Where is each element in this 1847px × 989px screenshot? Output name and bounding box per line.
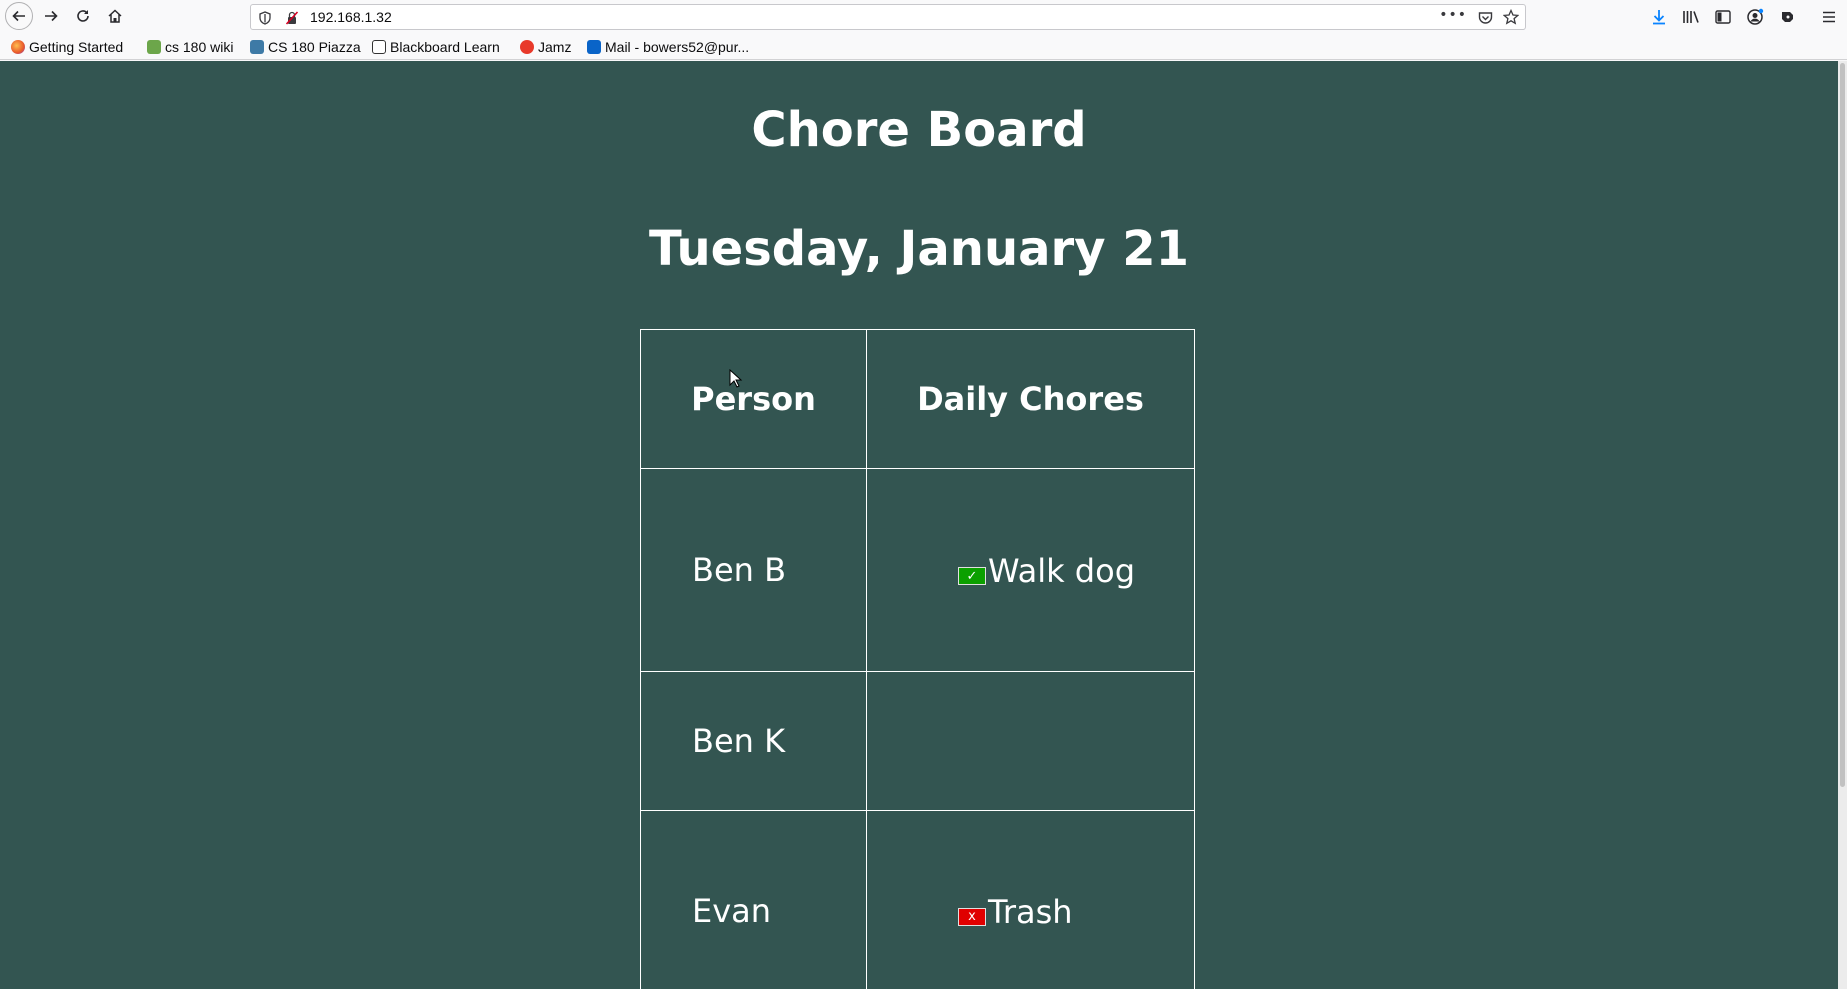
browser-toolbar: 192.168.1.32 •••: [0, 0, 1847, 33]
account-icon[interactable]: [1745, 7, 1765, 27]
url-text[interactable]: 192.168.1.32: [310, 9, 392, 25]
insecure-lock-icon[interactable]: [284, 10, 300, 26]
chore-cell: ✓ Walk dog: [866, 468, 1195, 672]
bookmark-label: CS 180 Piazza: [268, 39, 361, 55]
column-header-chores: Daily Chores: [866, 329, 1195, 469]
column-header-person: Person: [640, 329, 867, 469]
pocket-icon[interactable]: [1478, 10, 1493, 29]
bookmark-item[interactable]: Blackboard Learn: [372, 38, 500, 56]
download-icon[interactable]: [1649, 7, 1669, 27]
bookmark-item[interactable]: Jamz: [520, 38, 571, 56]
home-icon: [108, 9, 122, 23]
chore-label: Walk dog: [988, 552, 1135, 591]
bookmark-item[interactable]: CS 180 Piazza: [250, 38, 361, 56]
chore-cell: [866, 671, 1195, 811]
bookmark-label: cs 180 wiki: [165, 39, 234, 55]
bookmark-star-icon[interactable]: [1502, 8, 1520, 29]
shield-icon[interactable]: [257, 10, 273, 26]
person-cell: Ben K: [640, 671, 867, 811]
blackboard-icon: [372, 40, 386, 54]
menu-icon[interactable]: [1819, 7, 1839, 27]
more-actions-icon[interactable]: •••: [1439, 7, 1467, 23]
bookmarks-toolbar: Getting Started cs 180 wiki CS 180 Piazz…: [0, 33, 1847, 60]
back-button[interactable]: [5, 2, 33, 30]
forward-button[interactable]: [38, 3, 64, 29]
reload-icon: [77, 10, 89, 22]
page-content: Chore Board Tuesday, January 21 Person D…: [0, 61, 1838, 989]
chore-table: Person Daily Chores Ben B ✓ Walk dog Ben…: [640, 329, 1195, 989]
jamz-icon: [520, 40, 534, 54]
page-title: Chore Board: [751, 102, 1087, 158]
chore-item[interactable]: ✓ Walk dog: [958, 552, 1135, 590]
done-checkbox[interactable]: ✓: [958, 567, 986, 586]
sidebar-icon[interactable]: [1713, 7, 1733, 27]
library-icon[interactable]: [1681, 7, 1701, 27]
bookmark-item[interactable]: Getting Started: [11, 38, 123, 56]
chore-item[interactable]: x Trash: [958, 893, 1073, 931]
scrollbar[interactable]: [1838, 61, 1847, 989]
page-date: Tuesday, January 21: [649, 221, 1189, 277]
firefox-icon: [11, 40, 25, 54]
bookmark-label: Getting Started: [29, 39, 124, 55]
bookmark-label: Jamz: [538, 39, 572, 55]
bookmark-label: Mail - bowers52@pur...: [605, 39, 750, 55]
bookmark-item[interactable]: cs 180 wiki: [147, 38, 233, 56]
chore-cell: x Trash: [866, 810, 1195, 989]
reload-button[interactable]: [70, 3, 96, 29]
mouse-cursor-icon: [729, 369, 743, 388]
bookmark-item[interactable]: Mail - bowers52@pur...: [587, 38, 749, 56]
piazza-icon: [250, 40, 264, 54]
scrollbar-thumb[interactable]: [1840, 63, 1845, 787]
arrow-right-icon: [45, 10, 58, 22]
url-bar[interactable]: 192.168.1.32 •••: [250, 4, 1526, 30]
table-row: Evan x Trash: [640, 810, 1195, 989]
person-cell: Evan: [640, 810, 867, 989]
todo-checkbox[interactable]: x: [958, 907, 986, 926]
table-header-row: Person Daily Chores: [640, 329, 1195, 469]
person-cell: Ben B: [640, 468, 867, 672]
table-row: Ben K: [640, 671, 1195, 811]
table-row: Ben B ✓ Walk dog: [640, 468, 1195, 672]
home-button[interactable]: [102, 3, 128, 29]
chore-label: Trash: [988, 892, 1073, 931]
bookmark-label: Blackboard Learn: [390, 39, 500, 55]
arrow-left-icon: [12, 10, 25, 22]
outlook-icon: [587, 40, 601, 54]
extension-icon[interactable]: [1777, 7, 1797, 27]
wiki-icon: [147, 40, 161, 54]
